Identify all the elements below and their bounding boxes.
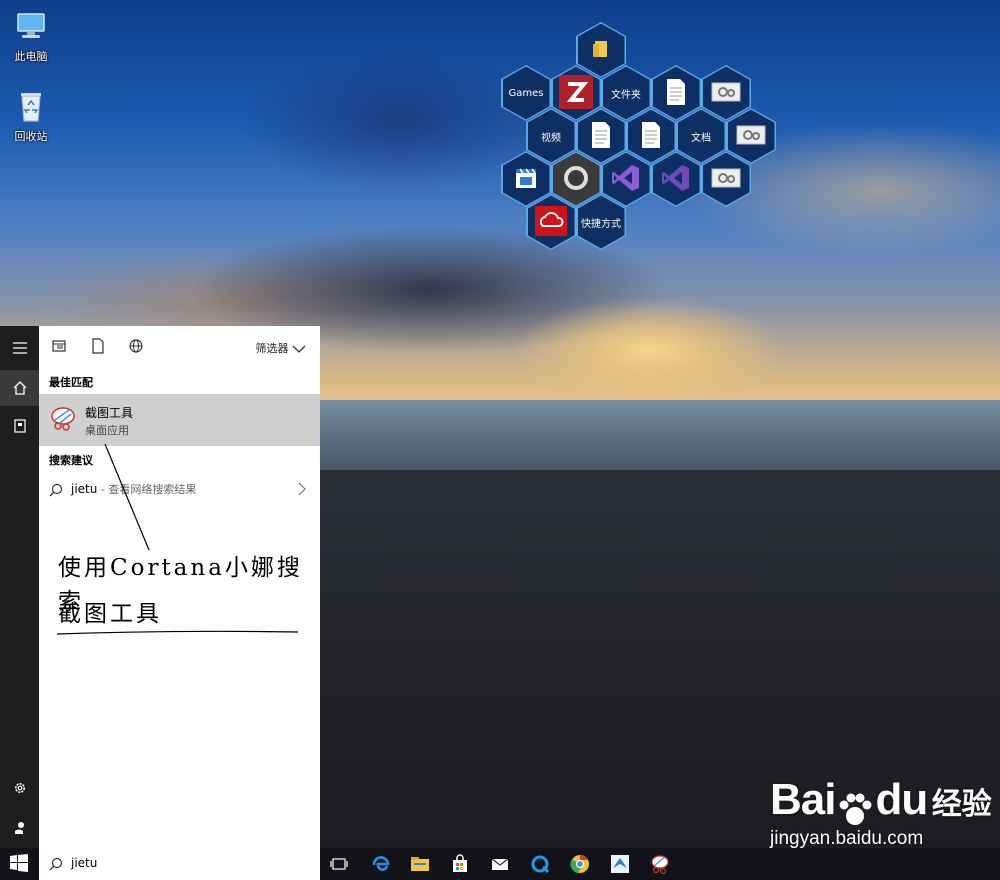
this-pc-icon: [13, 8, 49, 44]
feedback-button[interactable]: [0, 810, 39, 846]
settings-button[interactable]: [0, 770, 39, 806]
document-icon: [590, 121, 612, 152]
visual-studio-icon: [610, 162, 642, 197]
watermark-sub: 经验: [931, 788, 992, 821]
ring-icon: [561, 163, 591, 196]
desktop-icon-this-pc[interactable]: 此电脑: [1, 8, 61, 64]
settings-file-icon: [711, 81, 741, 106]
watermark-brand-2: du: [875, 775, 928, 824]
start-search-panel: 筛选器 最佳匹配 截图工具 桌面应用 搜索建议 jietu - 查看网络搜索结果…: [39, 326, 320, 848]
creative-cloud-icon: [535, 205, 567, 239]
watermark-brand: Bai: [770, 775, 836, 824]
search-input[interactable]: jietu: [71, 856, 97, 870]
taskbar-search-box[interactable]: jietu: [39, 848, 320, 880]
start-button[interactable]: [10, 854, 28, 876]
desktop-icon-recycle-bin[interactable]: 回收站: [1, 88, 61, 144]
folder-icon: [590, 38, 612, 63]
watermark-url: jingyan.baidu.com: [770, 827, 924, 849]
launcher-tile-label: Games: [508, 87, 544, 99]
app-q-icon[interactable]: [529, 853, 551, 875]
search-icon: [49, 857, 63, 871]
desktop-icon-label: 回收站: [14, 130, 48, 143]
launcher-tile-label: 视频: [541, 132, 561, 144]
document-icon: [640, 121, 662, 152]
settings-file-icon: [711, 167, 741, 192]
notebook-button[interactable]: [0, 408, 39, 444]
home-icon: [13, 381, 26, 395]
launcher-tile-label: 文档: [691, 132, 711, 144]
mail-icon[interactable]: [489, 853, 511, 875]
launcher-tile-label: 快捷方式: [581, 218, 621, 230]
store-icon[interactable]: [449, 853, 471, 875]
user-icon: [14, 822, 24, 834]
zotero-icon: [559, 74, 593, 112]
desktop-icon-label: 此电脑: [14, 50, 48, 63]
document-icon: [665, 78, 687, 109]
gear-icon: [14, 783, 25, 793]
app-bird-icon[interactable]: [609, 853, 631, 875]
notebook-icon: [13, 419, 26, 433]
hamburger-icon: [12, 342, 27, 354]
snipping-tool-icon[interactable]: [649, 853, 671, 875]
settings-file-icon: [736, 124, 766, 149]
paw-logo-icon: [839, 793, 872, 825]
annotation-line-2: 截图工具: [58, 601, 162, 627]
chrome-icon[interactable]: [569, 853, 591, 875]
annotation-underline: [56, 630, 299, 635]
start-menu-rail: [0, 326, 39, 848]
edge-icon[interactable]: [370, 853, 392, 875]
annotation-pointer-line: [104, 443, 150, 551]
baidu-jingyan-watermark: Bai du 经验 jingyan.baidu.com: [770, 775, 992, 850]
task-view-icon[interactable]: [328, 853, 350, 875]
windows-logo-icon: [10, 854, 28, 872]
file-explorer-icon[interactable]: [409, 853, 431, 875]
home-button[interactable]: [0, 370, 39, 406]
launcher-tile-label: 文件夹: [611, 89, 641, 101]
clapperboard-icon: [513, 165, 539, 194]
recycle-bin-icon: [13, 88, 49, 124]
hamburger-button[interactable]: [0, 330, 39, 366]
visual-studio-icon: [660, 162, 692, 197]
